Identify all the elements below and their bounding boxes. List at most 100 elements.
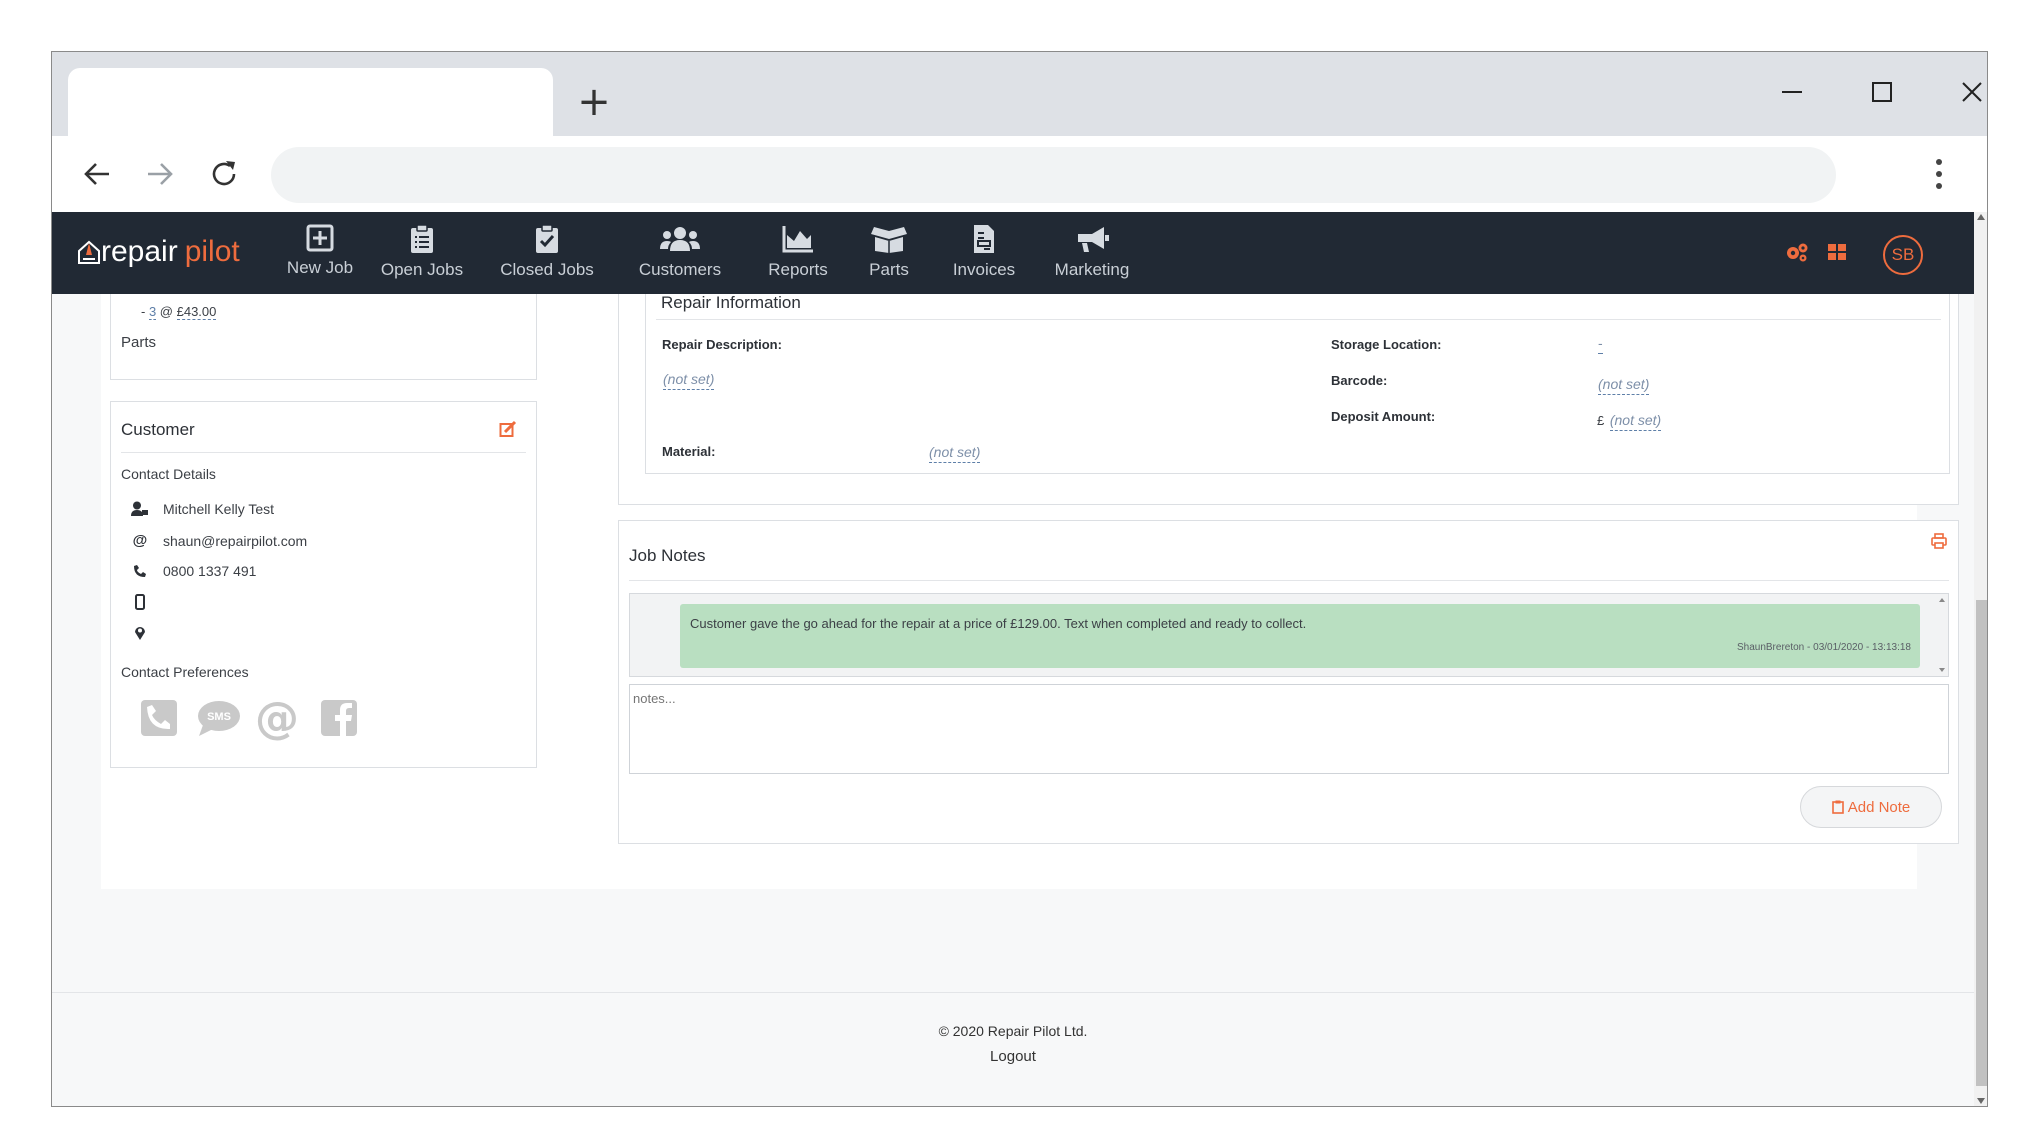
phone-icon xyxy=(131,564,149,578)
svg-text:SMS: SMS xyxy=(207,711,231,723)
divider xyxy=(121,452,526,453)
settings-button[interactable] xyxy=(1785,242,1809,262)
reload-button[interactable] xyxy=(204,154,244,194)
pref-sms-toggle[interactable]: SMS xyxy=(197,699,241,742)
parts-label: Parts xyxy=(121,334,157,351)
maximize-button[interactable] xyxy=(1852,66,1912,118)
job-notes-title: Job Notes xyxy=(629,546,706,565)
address-bar[interactable] xyxy=(271,147,1836,203)
add-note-button[interactable]: Add Note xyxy=(1800,786,1942,828)
facebook-icon xyxy=(321,700,357,736)
plus-square-icon xyxy=(306,224,334,252)
close-window-button[interactable] xyxy=(1942,66,1987,118)
storage-location-label: Storage Location: xyxy=(1331,337,1442,352)
bullhorn-icon xyxy=(1078,227,1109,252)
at-sign-icon: @ xyxy=(255,693,299,744)
pref-phone-toggle[interactable] xyxy=(140,699,178,742)
deposit-currency: £ xyxy=(1597,413,1605,428)
charges-card: - 3 @ £43.00 Parts xyxy=(110,284,537,380)
material-label: Material: xyxy=(662,444,716,459)
clipboard-list-icon xyxy=(411,224,433,253)
clipboard-icon xyxy=(1831,800,1844,814)
new-tab-button[interactable]: + xyxy=(572,80,616,124)
deposit-amount-value[interactable]: (not set) xyxy=(1609,412,1662,431)
users-icon xyxy=(660,227,700,251)
note-meta: ShaunBrereton - 03/01/2020 - 13:13:18 xyxy=(1736,642,1911,653)
forward-button[interactable] xyxy=(140,154,180,194)
phone-square-icon xyxy=(141,700,177,736)
nav-new-job[interactable]: New Job xyxy=(280,224,360,286)
repair-pilot-logo[interactable]: repair pilot xyxy=(77,234,240,270)
logo-mark-icon xyxy=(78,240,100,264)
logout-label[interactable]: Logout xyxy=(990,1048,1036,1065)
repair-info-title: Repair Information xyxy=(661,293,801,312)
minimize-button[interactable] xyxy=(1762,66,1822,118)
scroll-thumb[interactable] xyxy=(1976,600,1987,1086)
nav-closed-jobs-label: Closed Jobs xyxy=(500,260,594,279)
copyright-text: © 2020 Repair Pilot Ltd. xyxy=(938,1023,1088,1039)
edit-customer-button[interactable] xyxy=(499,420,517,443)
dashboard-grid-button[interactable] xyxy=(1828,244,1846,260)
browser-menu-icon[interactable] xyxy=(1927,154,1951,194)
barcode-label: Barcode: xyxy=(1331,373,1388,388)
nav-invoices[interactable]: Invoices xyxy=(944,224,1024,286)
contact-preferences-label: Contact Preferences xyxy=(121,664,249,680)
scroll-down-icon[interactable] xyxy=(1977,1098,1985,1104)
nav-invoices-label: Invoices xyxy=(952,260,1016,279)
nav-parts[interactable]: Parts xyxy=(854,224,924,286)
customer-email[interactable]: shaun@repairpilot.com xyxy=(163,533,307,549)
charge-line: - 3 @ £43.00 xyxy=(141,304,217,320)
logo-text-pilot: pilot xyxy=(184,235,240,268)
map-marker-icon xyxy=(131,625,149,641)
notes-input[interactable] xyxy=(629,684,1949,774)
charge-price[interactable]: £43.00 xyxy=(176,304,217,320)
customer-phone[interactable]: 0800 1337 491 xyxy=(163,563,256,579)
contact-name-row: Mitchell Kelly Test xyxy=(131,501,274,517)
nav-customers[interactable]: Customers xyxy=(625,224,735,286)
contact-mobile-row xyxy=(131,594,163,610)
print-icon xyxy=(1931,533,1947,549)
storage-location-value[interactable]: - xyxy=(1598,335,1603,354)
nav-parts-label: Parts xyxy=(869,260,909,279)
browser-toolbar xyxy=(52,136,1987,212)
logout-link[interactable]: Logout xyxy=(52,1048,1974,1065)
material-value[interactable]: (not set) xyxy=(929,444,981,463)
add-note-label: Add Note xyxy=(1847,798,1911,816)
repair-description-value[interactable]: (not set) xyxy=(663,371,715,390)
user-avatar[interactable]: SB xyxy=(1883,235,1923,275)
pref-email-toggle[interactable]: @ xyxy=(255,693,299,746)
file-invoice-icon xyxy=(974,225,994,253)
th-large-icon xyxy=(1828,244,1846,260)
thread-scroll-down-icon[interactable] xyxy=(1939,668,1945,672)
page-viewport: - 3 @ £43.00 Parts Customer Contact Deta… xyxy=(52,212,1987,1106)
cogs-icon xyxy=(1787,243,1808,262)
nav-marketing-label: Marketing xyxy=(1054,260,1130,279)
note-text: Customer gave the go ahead for the repai… xyxy=(690,616,1307,631)
repair-info-card: Repair Information Repair Description: (… xyxy=(645,284,1950,474)
barcode-value[interactable]: (not set) xyxy=(1598,376,1650,395)
browser-tab[interactable] xyxy=(68,68,553,136)
divider xyxy=(656,319,1941,320)
repair-description-label: Repair Description: xyxy=(662,337,782,352)
back-button[interactable] xyxy=(77,154,117,194)
print-notes-button[interactable] xyxy=(1931,533,1947,554)
notes-thread[interactable]: Customer gave the go ahead for the repai… xyxy=(629,593,1949,677)
tab-strip: + xyxy=(52,52,1987,136)
pref-facebook-toggle[interactable] xyxy=(320,699,358,742)
nav-reports[interactable]: Reports xyxy=(758,224,838,286)
divider xyxy=(629,580,1949,581)
nav-closed-jobs[interactable]: Closed Jobs xyxy=(492,224,602,286)
page-scrollbar[interactable] xyxy=(1974,212,1987,1106)
nav-open-jobs[interactable]: Open Jobs xyxy=(377,224,467,286)
customer-title: Customer xyxy=(121,420,195,439)
contact-address-row xyxy=(131,625,163,641)
nav-marketing[interactable]: Marketing xyxy=(1042,224,1142,286)
deposit-amount: £ (not set) xyxy=(1597,412,1662,431)
customer-name: Mitchell Kelly Test xyxy=(163,501,275,517)
thread-scroll-up-icon[interactable] xyxy=(1939,598,1945,602)
note-item: Customer gave the go ahead for the repai… xyxy=(680,604,1920,668)
scroll-up-icon[interactable] xyxy=(1977,214,1985,220)
svg-text:@: @ xyxy=(256,699,298,741)
area-chart-icon xyxy=(782,226,813,253)
nav-reports-label: Reports xyxy=(768,260,828,279)
